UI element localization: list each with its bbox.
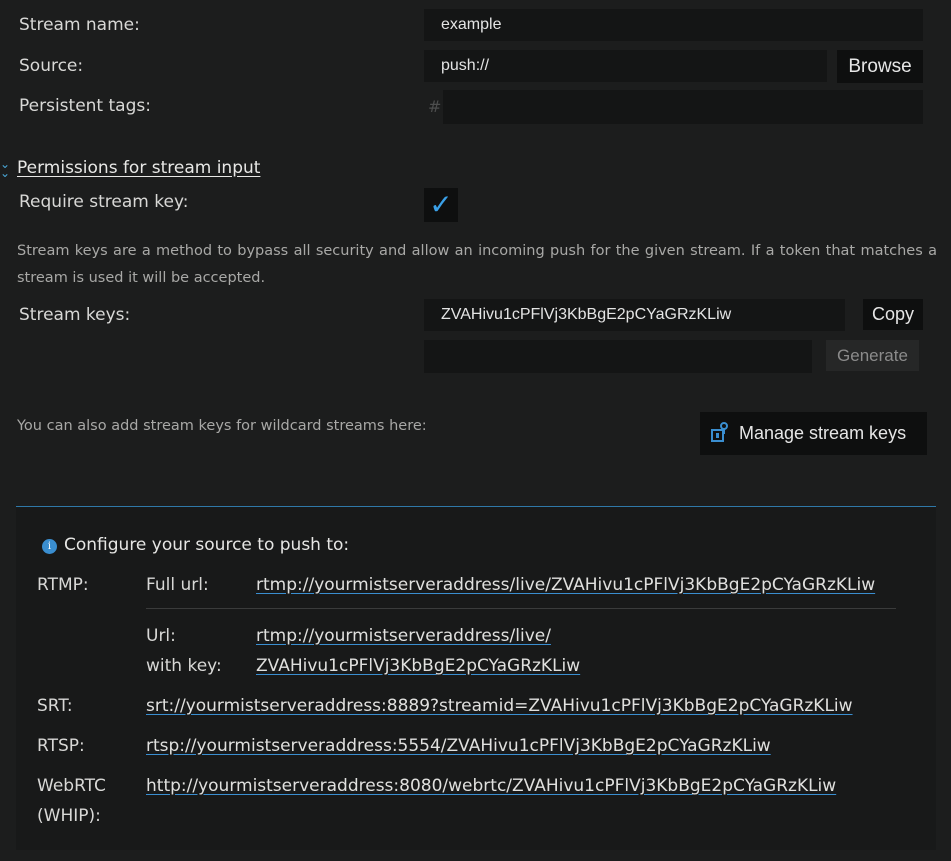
new-stream-key-input[interactable] [424, 340, 812, 373]
rtmp-key-link[interactable]: ZVAHivu1cPFlVj3KbBgE2pCYaGRzKLiw [256, 656, 580, 676]
stream-name-input[interactable]: example [424, 9, 923, 41]
key-lock-icon [711, 422, 728, 442]
with-key-label: with key: [146, 656, 222, 676]
browse-button[interactable]: Browse [837, 50, 923, 83]
rtmp-url-link[interactable]: rtmp://yourmistserveraddress/live/ [256, 626, 551, 646]
info-icon: i [42, 539, 57, 554]
persistent-tags-label: Persistent tags: [19, 96, 151, 116]
stream-name-label: Stream name: [19, 15, 140, 35]
manage-stream-keys-button[interactable]: Manage stream keys [700, 412, 927, 455]
url-label: Url: [146, 626, 176, 646]
webrtc-url-link[interactable]: http://yourmistserveraddress:8080/webrtc… [146, 776, 836, 796]
hash-icon: # [428, 97, 442, 116]
whip-label: (WHIP): [37, 806, 101, 826]
srt-url-link[interactable]: srt://yourmistserveraddress:8889?streami… [146, 696, 853, 716]
source-input[interactable]: push:// [424, 50, 827, 82]
divider [146, 608, 896, 609]
source-label: Source: [19, 56, 84, 76]
push-info-heading: i Configure your source to push to: [42, 535, 349, 555]
stream-keys-description: Stream keys are a method to bypass all s… [17, 243, 937, 286]
push-info-panel: i Configure your source to push to: RTMP:… [16, 506, 936, 850]
copy-button[interactable]: Copy [863, 299, 923, 330]
rtsp-label: RTSP: [37, 736, 85, 756]
push-info-heading-text: Configure your source to push to: [64, 535, 350, 555]
require-stream-key-label: Require stream key: [19, 192, 189, 212]
persistent-tags-input[interactable] [443, 90, 923, 124]
manage-stream-keys-label: Manage stream keys [739, 423, 907, 443]
rtsp-url-link[interactable]: rtsp://yourmistserveraddress:5554/ZVAHiv… [146, 736, 771, 756]
stream-keys-label: Stream keys: [19, 305, 131, 325]
permissions-section-toggle[interactable]: Permissions for stream input [17, 158, 260, 178]
webrtc-label: WebRTC [37, 776, 106, 796]
rtmp-label: RTMP: [37, 575, 89, 595]
rtmp-full-url-link[interactable]: rtmp://yourmistserveraddress/live/ZVAHiv… [256, 575, 875, 595]
stream-key-input[interactable]: ZVAHivu1cPFlVj3KbBgE2pCYaGRzKLiw [424, 299, 845, 331]
full-url-label: Full url: [146, 575, 209, 595]
wildcard-keys-text: You can also add stream keys for wildcar… [17, 418, 427, 434]
generate-button[interactable]: Generate [826, 340, 919, 371]
chevron-down-icon[interactable]: ⌄ ⌄ [0, 158, 10, 179]
srt-label: SRT: [37, 696, 73, 716]
require-stream-key-checkbox[interactable]: ✓ [424, 188, 458, 222]
